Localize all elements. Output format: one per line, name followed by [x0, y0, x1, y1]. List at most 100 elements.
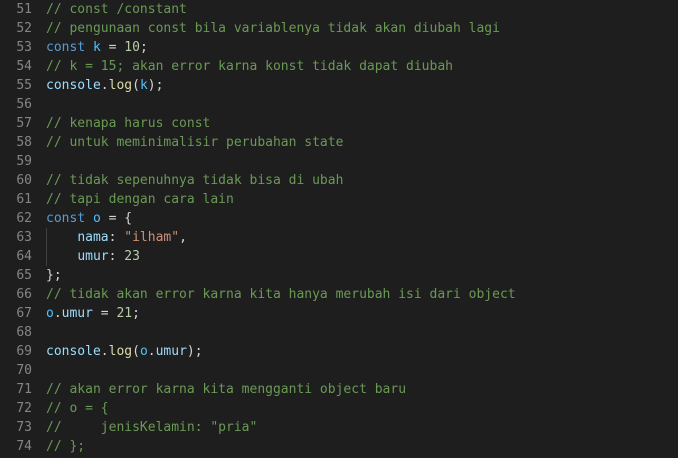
- code-line[interactable]: 58 // untuk meminimalisir perubahan state: [0, 133, 678, 152]
- code-text[interactable]: // jenisKelamin: "pria": [46, 418, 257, 437]
- token-plain: (: [132, 78, 140, 93]
- token-const-var: o: [92, 211, 101, 226]
- code-line[interactable]: 52 // pengunaan const bila variablenya ti…: [0, 19, 678, 38]
- code-line[interactable]: 67 o.umur = 21;: [0, 304, 678, 323]
- code-editor[interactable]: 51 // const /constant 52 // pengunaan const…: [0, 0, 678, 458]
- line-number: 53: [16, 40, 32, 55]
- code-line[interactable]: 69 console.log(o.umur);: [0, 342, 678, 361]
- code-line[interactable]: 64 umur: 23: [0, 247, 678, 266]
- code-text[interactable]: const k = 10;: [46, 38, 148, 57]
- line-number: 51: [16, 2, 32, 17]
- code-text[interactable]: o.umur = 21;: [46, 304, 140, 323]
- code-line[interactable]: 55 console.log(k);: [0, 76, 678, 95]
- code-text[interactable]: // o = {: [46, 399, 109, 418]
- code-line[interactable]: 66 // tidak akan error karna kita hanya m…: [0, 285, 678, 304]
- token-comment: // };: [46, 439, 86, 454]
- line-number: 57: [16, 116, 32, 131]
- code-text[interactable]: // };: [46, 437, 85, 456]
- token-comment: // untuk meminimalisir perubahan state: [46, 135, 344, 150]
- code-text[interactable]: // kenapa harus const: [46, 114, 210, 133]
- token-comment: // o = {: [46, 401, 109, 416]
- token-comment: // k = 15; akan error karna konst tidak …: [46, 59, 453, 74]
- line-number: 69: [16, 344, 32, 359]
- code-line[interactable]: 68: [0, 323, 678, 342]
- code-line[interactable]: 72 // o = {: [0, 399, 678, 418]
- token-func: log: [108, 78, 133, 93]
- code-text[interactable]: };: [46, 266, 62, 285]
- code-line[interactable]: 71 // akan error karna kita mengganti obj…: [0, 380, 678, 399]
- code-line[interactable]: 65};: [0, 266, 678, 285]
- token-comment: // pengunaan const bila variablenya tida…: [46, 21, 500, 36]
- token-const-var: k: [139, 78, 148, 93]
- token-number: 10: [124, 40, 140, 55]
- token-const-var: k: [92, 40, 101, 55]
- code-text[interactable]: nama: "ilham",: [46, 228, 187, 247]
- token-number: 23: [124, 249, 140, 264]
- line-number: 73: [16, 420, 32, 435]
- code-text[interactable]: // tidak sepenuhnya tidak bisa di ubah: [46, 171, 343, 190]
- token-var: umur: [77, 249, 109, 264]
- token-comment: // const /constant: [46, 2, 187, 17]
- line-number: 67: [16, 306, 32, 321]
- token-plain: .: [100, 78, 109, 93]
- line-number: 61: [16, 192, 32, 207]
- code-line[interactable]: 61 // tapi dengan cara lain: [0, 190, 678, 209]
- code-line[interactable]: 62 const o = {: [0, 209, 678, 228]
- code-line[interactable]: 59: [0, 152, 678, 171]
- line-number: 65: [16, 268, 32, 283]
- token-comment: // tidak akan error karna kita hanya mer…: [46, 287, 516, 302]
- token-plain: );: [186, 344, 203, 359]
- token-plain: :: [108, 249, 125, 264]
- line-number: 58: [16, 135, 32, 150]
- token-const-var: o: [46, 306, 54, 321]
- code-text[interactable]: umur: 23: [46, 247, 140, 266]
- line-number: 68: [16, 325, 32, 340]
- token-number: 21: [116, 306, 133, 321]
- code-line[interactable]: 54 // k = 15; akan error karna konst tida…: [0, 57, 678, 76]
- line-number: 63: [16, 230, 32, 245]
- token-var: console: [46, 344, 101, 359]
- line-number: 72: [16, 401, 32, 416]
- code-line[interactable]: 70: [0, 361, 678, 380]
- code-text[interactable]: // k = 15; akan error karna konst tidak …: [46, 57, 453, 76]
- token-plain: .: [147, 344, 156, 359]
- code-line[interactable]: 51 // const /constant: [0, 0, 678, 19]
- code-line[interactable]: 60 // tidak sepenuhnya tidak bisa di ubah: [0, 171, 678, 190]
- line-number: 59: [16, 154, 32, 169]
- code-text[interactable]: // untuk meminimalisir perubahan state: [46, 133, 343, 152]
- token-plain: :: [108, 230, 125, 245]
- line-number: 64: [16, 249, 32, 264]
- code-text[interactable]: console.log(o.umur);: [46, 342, 203, 361]
- code-text[interactable]: console.log(k);: [46, 76, 163, 95]
- token-plain: );: [147, 78, 164, 93]
- token-plain: ,: [179, 230, 187, 245]
- code-line[interactable]: 53 const k = 10;: [0, 38, 678, 57]
- code-line[interactable]: 57 // kenapa harus const: [0, 114, 678, 133]
- line-number: 52: [16, 21, 32, 36]
- code-text[interactable]: const o = {: [46, 209, 132, 228]
- token-plain: .: [53, 306, 62, 321]
- line-number: 71: [16, 382, 32, 397]
- token-keyword: const: [46, 211, 86, 226]
- code-text[interactable]: // const /constant: [46, 0, 187, 19]
- code-line[interactable]: 56: [0, 95, 678, 114]
- token-plain: =: [92, 306, 117, 321]
- code-text[interactable]: // tapi dengan cara lain: [46, 190, 234, 209]
- code-line[interactable]: 73 // jenisKelamin: "pria": [0, 418, 678, 437]
- line-number: 56: [16, 97, 32, 112]
- line-number: 66: [16, 287, 32, 302]
- code-line[interactable]: 63 nama: "ilham",: [0, 228, 678, 247]
- code-line[interactable]: 74 // };: [0, 437, 678, 456]
- code-text[interactable]: // akan error karna kita mengganti objec…: [46, 380, 406, 399]
- code-text[interactable]: // pengunaan const bila variablenya tida…: [46, 19, 500, 38]
- token-plain: (: [132, 344, 140, 359]
- code-text[interactable]: // tidak akan error karna kita hanya mer…: [46, 285, 516, 304]
- token-comment: // tidak sepenuhnya tidak bisa di ubah: [46, 173, 344, 188]
- token-comment: // akan error karna kita mengganti objec…: [46, 382, 407, 397]
- token-func: log: [108, 344, 133, 359]
- line-number: 60: [16, 173, 32, 188]
- token-keyword: const: [46, 40, 86, 55]
